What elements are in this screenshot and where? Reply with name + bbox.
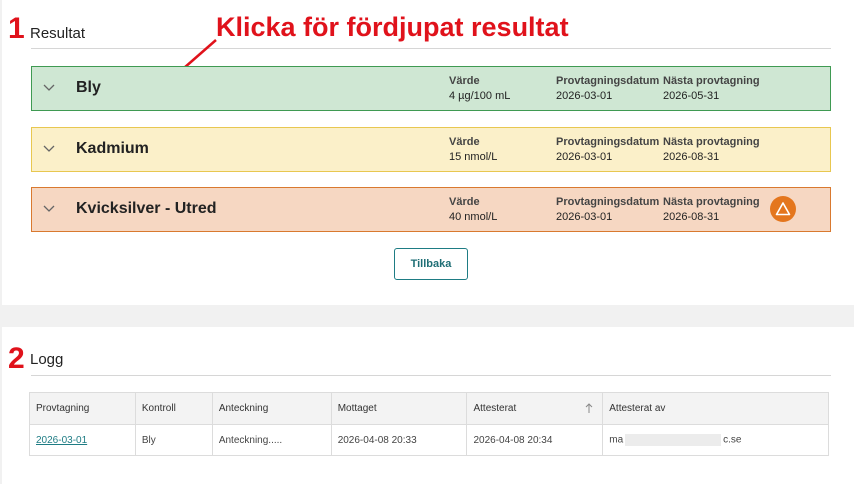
result-name: Kadmium: [76, 140, 149, 157]
column-header-attesterat[interactable]: Attesterat: [466, 392, 604, 425]
date-value: 2026-03-01: [556, 151, 613, 163]
cell-kontroll: Bly: [134, 424, 213, 456]
date-column: Provtagningsdatum 2026-03-01: [556, 195, 659, 225]
value: 15 nmol/L: [449, 151, 498, 163]
column-header-attesterat-av[interactable]: Attesterat av: [602, 392, 829, 425]
cell-provtagning: 2026-03-01: [29, 424, 136, 456]
redacted-block: [625, 434, 722, 446]
section-number-2: 2: [8, 342, 25, 375]
next-label: Nästa provtagning: [663, 196, 760, 208]
next-column: Nästa provtagning 2026-08-31: [663, 195, 760, 225]
section-number-1: 1: [8, 12, 25, 45]
email-suffix: c.se: [723, 434, 742, 446]
provtagning-link[interactable]: 2026-03-01: [36, 435, 87, 446]
cell-attesterat-av: ma c.se: [602, 424, 829, 456]
value-column: Värde 15 nmol/L: [449, 135, 497, 165]
column-header-attesterat-label: Attesterat: [473, 403, 517, 414]
result-row-bly[interactable]: Bly Värde 4 µg/100 mL Provtagningsdatum 20…: [31, 66, 831, 111]
result-row-kadmium[interactable]: Kadmium Värde 15 nmol/L Provtagningsdatum…: [31, 127, 831, 172]
divider: [31, 48, 831, 49]
column-header-provtagning[interactable]: Provtagning: [29, 392, 136, 425]
cell-anteckning: Anteckning.....: [211, 424, 332, 456]
next-value: 2026-08-31: [663, 151, 720, 163]
back-button[interactable]: Tillbaka: [394, 248, 468, 280]
section-title-logg: Logg: [30, 351, 64, 368]
date-value: 2026-03-01: [556, 90, 613, 102]
warning-triangle-icon: [770, 196, 796, 222]
chevron-down-icon: [43, 145, 55, 152]
date-label: Provtagningsdatum: [556, 196, 660, 208]
date-column: Provtagningsdatum 2026-03-01: [556, 135, 659, 165]
table-row: 2026-03-01 Bly Anteckning..... 2026-04-0…: [29, 424, 829, 456]
value: 40 nmol/L: [449, 211, 498, 223]
column-header-mottaget[interactable]: Mottaget: [330, 392, 468, 425]
value-column: Värde 40 nmol/L: [449, 195, 497, 225]
annotation-text: Klicka för fördjupat resultat: [216, 12, 569, 42]
column-header-kontroll[interactable]: Kontroll: [134, 392, 213, 425]
value: 4 µg/100 mL: [449, 90, 511, 102]
next-label: Nästa provtagning: [663, 136, 760, 148]
next-value: 2026-08-31: [663, 211, 720, 223]
value-label: Värde: [449, 136, 480, 148]
cell-attesterat: 2026-04-08 20:34: [466, 424, 604, 456]
divider: [31, 375, 831, 376]
date-value: 2026-03-01: [556, 211, 613, 223]
column-header-anteckning[interactable]: Anteckning: [211, 392, 332, 425]
result-name: Kvicksilver - Utred: [76, 200, 217, 217]
value-label: Värde: [449, 75, 480, 87]
log-table: Provtagning Kontroll Anteckning Mottaget…: [29, 392, 829, 456]
chevron-down-icon: [43, 84, 55, 91]
results-card: 1 Resultat Klicka för fördjupat resultat…: [2, 0, 854, 305]
next-label: Nästa provtagning: [663, 75, 760, 87]
value-column: Värde 4 µg/100 mL: [449, 74, 510, 104]
result-row-kvicksilver[interactable]: Kvicksilver - Utred Värde 40 nmol/L Provt…: [31, 187, 831, 232]
result-name: Bly: [76, 79, 101, 96]
date-column: Provtagningsdatum 2026-03-01: [556, 74, 659, 104]
date-label: Provtagningsdatum: [556, 75, 660, 87]
sort-arrow-up-icon: [585, 403, 593, 413]
cell-mottaget: 2026-04-08 20:33: [330, 424, 468, 456]
next-column: Nästa provtagning 2026-08-31: [663, 135, 760, 165]
table-header-row: Provtagning Kontroll Anteckning Mottaget…: [29, 392, 829, 425]
value-label: Värde: [449, 196, 480, 208]
date-label: Provtagningsdatum: [556, 136, 660, 148]
section-title-resultat: Resultat: [30, 25, 86, 42]
next-column: Nästa provtagning 2026-05-31: [663, 74, 760, 104]
email-prefix: ma: [609, 434, 624, 446]
chevron-down-icon: [43, 205, 55, 212]
next-value: 2026-05-31: [663, 90, 720, 102]
